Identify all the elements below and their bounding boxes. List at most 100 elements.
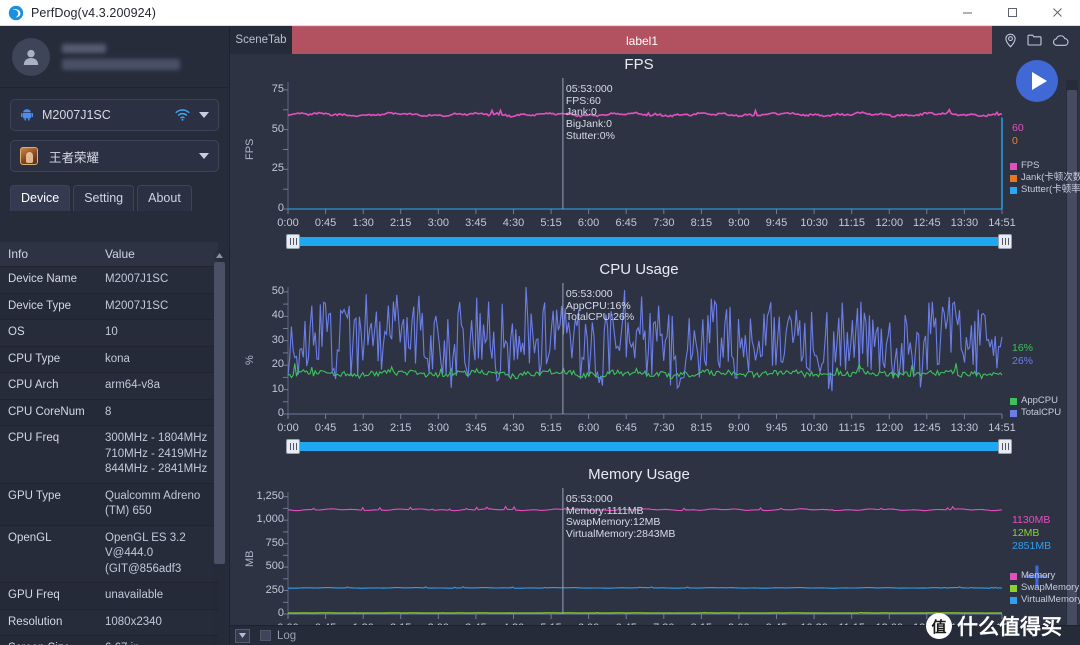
chart-legend: AppCPU TotalCPU (1010, 395, 1061, 419)
y-tick: 50 (271, 122, 284, 135)
scene-tab[interactable]: SceneTab (230, 26, 292, 54)
legend-item[interactable]: TotalCPU (1010, 407, 1061, 419)
maximize-button[interactable] (990, 0, 1035, 26)
y-tick: 75 (271, 82, 284, 95)
legend-label: Memory (1021, 570, 1056, 581)
x-tick: 3:00 (427, 217, 449, 229)
scroll-up-icon[interactable] (214, 250, 225, 260)
x-tick: 0:45 (314, 422, 337, 434)
timeline-handle-right[interactable] (998, 439, 1012, 454)
table-row[interactable]: Device Name M2007J1SC (0, 266, 218, 294)
y-tick: 25 (271, 162, 284, 175)
timeline-handle-left[interactable] (286, 439, 300, 454)
chevron-down-icon[interactable] (199, 112, 209, 118)
minimize-button[interactable] (945, 0, 990, 26)
left-panel: M2007J1SC 王者荣耀 Device Setting About Info… (0, 26, 230, 645)
table-row[interactable]: CPU CoreNum 8 (0, 399, 218, 427)
y-tick: 40 (271, 309, 284, 322)
legend-item[interactable]: Stutter(卡顿率) (1010, 184, 1080, 196)
info-key: GPU Type (0, 483, 97, 526)
chart-fps: FPS FPS 0 25 50 75 0:00 0:45 1:30 2:15 3:00 3:45 4:3… (230, 54, 1080, 259)
tab-device[interactable]: Device (10, 185, 71, 211)
info-value: 1080x2340 (97, 609, 218, 637)
x-tick: 7:30 (653, 217, 675, 229)
current-value: 0 (1012, 135, 1018, 147)
x-tick: 0:00 (277, 422, 299, 434)
legend-item[interactable]: Memory (1010, 570, 1080, 582)
timeline-handle-left[interactable] (286, 234, 300, 249)
app-select-value: 王者荣耀 (49, 150, 100, 165)
info-key: CPU CoreNum (0, 399, 97, 427)
y-tick: 750 (265, 536, 284, 549)
current-value: 60 (1012, 122, 1024, 134)
table-row[interactable]: CPU Type kona (0, 346, 218, 374)
plot-area[interactable] (283, 283, 1003, 419)
info-key: GPU Freq (0, 582, 97, 610)
device-info-table-wrap: Info Value Device Name M2007J1SC Device Ty… (0, 242, 230, 645)
table-row[interactable]: Device Type M2007J1SC (0, 293, 218, 321)
device-select[interactable]: M2007J1SC (10, 99, 219, 131)
x-tick: 3:45 (465, 217, 487, 229)
folder-icon[interactable] (1026, 33, 1043, 47)
close-button[interactable] (1035, 0, 1080, 26)
perfdog-window: PerfDog(v4.3.200924) M2007J1SC 王者荣耀 Devi… (0, 0, 1080, 645)
window-controls (945, 0, 1080, 26)
label-tab[interactable]: label1 (292, 26, 992, 54)
log-expand-button[interactable] (235, 628, 250, 643)
series-line (287, 586, 1002, 589)
legend-item[interactable]: VirtualMemory (1010, 594, 1080, 606)
table-row[interactable]: GPU Type Qualcomm Adreno (TM) 650 (0, 483, 218, 526)
y-tick: 1,000 (256, 513, 284, 526)
table-row[interactable]: OpenGL OpenGL ES 3.2 V@444.0 (GIT@856adf3 (0, 525, 218, 584)
info-value: M2007J1SC (97, 293, 218, 321)
status-bar: Log (230, 625, 1080, 645)
scrollbar-thumb[interactable] (214, 262, 225, 564)
info-key: Screen Size (0, 635, 97, 645)
timeline-track[interactable] (294, 237, 1004, 246)
info-key: CPU Arch (0, 372, 97, 400)
legend-item[interactable]: SwapMemory (1010, 582, 1080, 594)
cursor-tooltip: 05:53:000 Memory:1111MB SwapMemory:12MB … (565, 493, 676, 541)
location-pin-icon[interactable] (1003, 33, 1018, 48)
y-tick: 1,250 (256, 489, 284, 502)
table-row[interactable]: Screen Size6.67 in (0, 635, 218, 645)
legend-label: AppCPU (1021, 395, 1058, 406)
plot-area[interactable] (283, 78, 1003, 214)
info-value: 10 (97, 319, 218, 347)
app-select[interactable]: 王者荣耀 (10, 140, 219, 172)
current-value: 12MB (1012, 527, 1040, 539)
timeline-handle-right[interactable] (998, 234, 1012, 249)
table-row[interactable]: CPU Freq 300MHz - 1804MHz 710MHz - 2419MH… (0, 425, 218, 484)
table-row[interactable]: CPU Arch arm64-v8a (0, 372, 218, 400)
legend-item[interactable]: FPS (1010, 160, 1080, 172)
col-value: Value (97, 242, 218, 267)
x-tick: 9:45 (765, 217, 788, 229)
window-titlebar: PerfDog(v4.3.200924) (0, 0, 1080, 26)
legend-label: TotalCPU (1021, 407, 1062, 418)
cursor-tooltip: 05:53:000 AppCPU:16% TotalCPU:26% (565, 288, 635, 324)
x-tick: 6:45 (615, 217, 637, 229)
info-value: arm64-v8a (97, 372, 218, 400)
table-row[interactable]: Resolution 1080x2340 (0, 609, 218, 637)
info-value: Qualcomm Adreno (TM) 650 (97, 483, 218, 526)
sidebar-scrollbar[interactable] (214, 250, 225, 645)
x-tick: 2:15 (389, 422, 412, 434)
cloud-icon[interactable] (1052, 34, 1070, 47)
y-tick: 20 (271, 358, 284, 371)
table-row[interactable]: GPU Freq unavailable (0, 582, 218, 610)
sidebar-tabs: Device Setting About (10, 185, 229, 211)
android-icon (20, 107, 34, 124)
legend-item[interactable]: AppCPU (1010, 395, 1061, 407)
table-row[interactable]: OS 10 (0, 319, 218, 347)
window-title: PerfDog(v4.3.200924) (31, 5, 156, 20)
timeline-track[interactable] (294, 442, 1004, 451)
tab-about[interactable]: About (137, 185, 192, 211)
tab-setting[interactable]: Setting (73, 185, 135, 211)
x-tick: 4:30 (502, 422, 525, 434)
avatar[interactable] (12, 37, 50, 76)
x-tick: 12:45 (913, 217, 941, 229)
chevron-down-icon[interactable] (199, 153, 209, 159)
y-tick: 50 (271, 284, 284, 297)
legend-label: FPS (1021, 160, 1040, 171)
legend-item[interactable]: Jank(卡顿次数) (1010, 172, 1080, 184)
